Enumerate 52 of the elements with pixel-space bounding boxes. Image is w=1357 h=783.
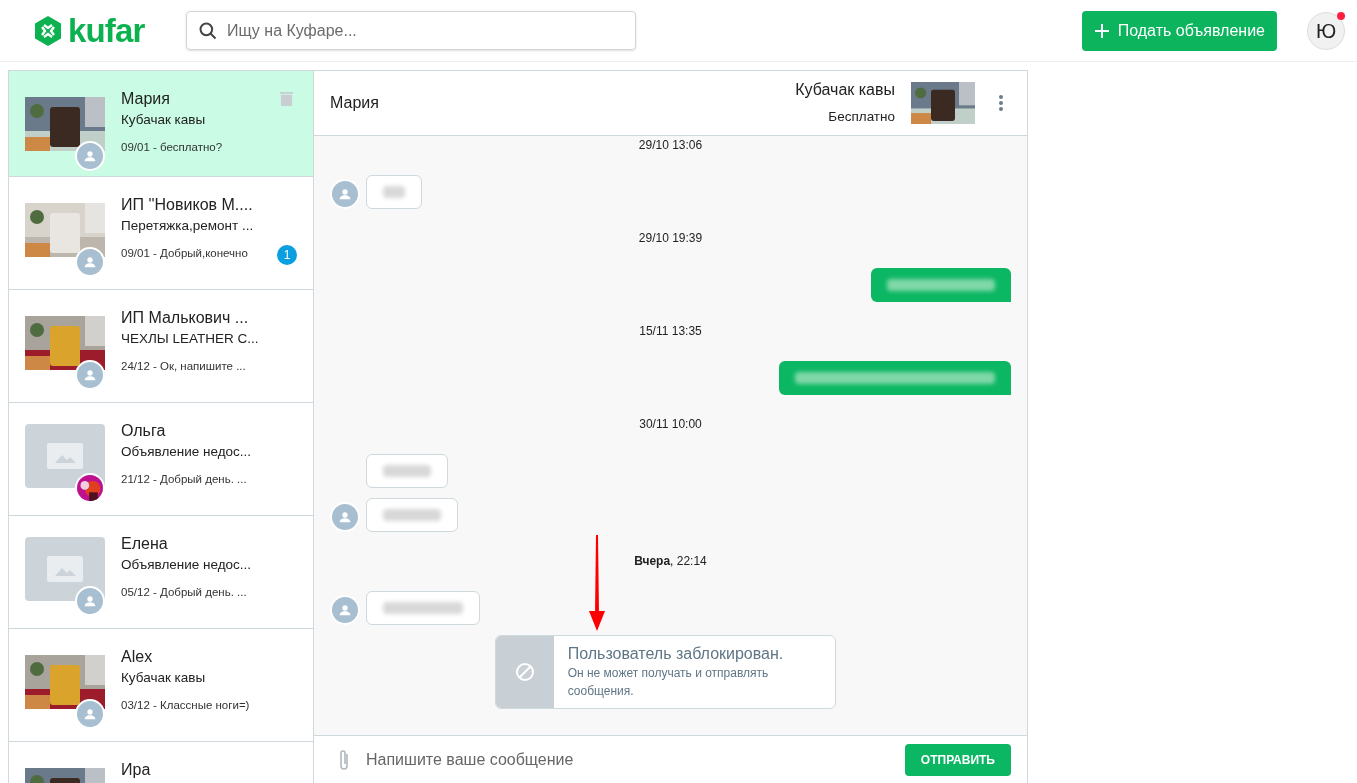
user-icon [337,509,353,525]
item-title: Объявление недос... [121,444,252,460]
contact-name: Мария [121,89,170,109]
blocked-text: Он не может получать и отправлять сообщения. [567,665,770,700]
item-title: Перетяжка,ремонт ... [121,218,254,234]
contact-name: Елена [121,534,168,554]
contact-name: Ира [121,760,151,780]
user-icon [337,186,353,202]
date-separator: 29/10 13:06 [638,137,703,154]
last-message: 09/01 - Добрый,конечно [121,246,248,261]
date-separator: 30/11 10:00 [639,416,702,433]
search-field[interactable]: Ищу на Куфаре... [186,11,636,50]
date-separator: 29/10 19:39 [638,230,703,247]
image-icon [47,443,83,469]
conversation-item[interactable]: Мария Кубачак кавы 09/01 - бесплатно? [9,71,313,177]
contact-name: ИП Малькович ... [121,308,249,328]
last-message: 03/12 - Классные ноги=) [121,698,250,713]
blocked-title: Пользователь заблокирован. [567,644,785,664]
unread-badge: 1 [277,245,297,265]
last-message: 21/12 - Добрый день. ... [121,472,247,487]
item-title: ЧЕХЛЫ LEATHER C... [121,331,259,347]
contact-name: Alex [121,647,153,667]
chat-contact-name: Мария [330,93,379,113]
user-icon [82,593,98,609]
last-message: 24/12 - Ок, напишите ... [121,359,246,374]
contact-name: ИП ''Новиков М.... [121,195,253,215]
item-title: Кубачак кавы [795,80,895,101]
user-icon [82,367,98,383]
item-price: Бесплатно [828,108,895,127]
item-title: Кубачак кавы [121,670,206,686]
search-icon [198,21,218,41]
user-icon [82,706,98,722]
item-title: Объявление недос... [121,557,252,573]
message-input[interactable]: Напишите ваше сообщение [366,747,905,772]
date-separator: Вчера, 22:14 [634,553,707,570]
user-icon [82,148,98,164]
item-title: Кубачак кавы [121,112,206,128]
blocked-icon [514,662,535,682]
image-icon [47,556,83,582]
paperclip-icon[interactable] [338,747,350,772]
contact-name: Ольга [121,421,166,441]
user-icon [337,602,353,618]
user-icon [82,254,98,270]
last-message: 05/12 - Добрый день. ... [121,585,247,600]
plus-icon [1093,22,1110,39]
date-separator: 15/11 13:35 [639,323,702,340]
logo-icon [32,14,64,47]
last-message: 09/01 - бесплатно? [121,140,223,155]
trash-icon[interactable] [280,91,293,106]
profile-avatar[interactable]: Ю [1307,11,1345,50]
message-bubble [366,175,422,209]
more-icon[interactable] [999,95,1003,111]
